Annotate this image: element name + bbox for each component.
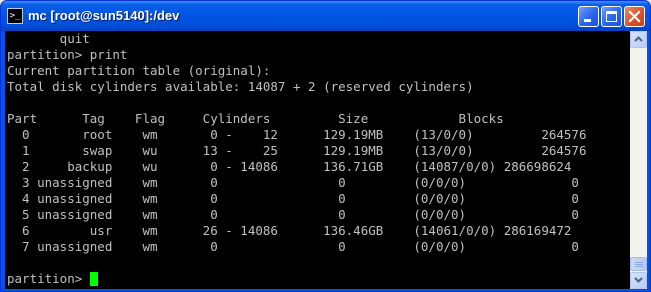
table-row: 4 unassigned wm 0 0 (0/0/0) 0 — [7, 191, 579, 206]
chevron-down-icon — [634, 277, 643, 283]
terminal-line: partition> print — [7, 47, 128, 62]
grip-line — [635, 266, 643, 267]
chevron-up-icon — [634, 36, 643, 42]
table-header: Part Tag Flag Cylinders Size Blocks — [7, 111, 504, 126]
scrollbar-thumb[interactable] — [630, 257, 647, 271]
table-row: 2 backup wu 0 - 14086 136.71GB (14087/0/… — [7, 159, 572, 174]
table-row: 3 unassigned wm 0 0 (0/0/0) 0 — [7, 175, 579, 190]
scroll-up-button[interactable] — [630, 31, 647, 48]
terminal-screen[interactable]: quit partition> print Current partition ta… — [5, 31, 630, 289]
terminal-output: quit partition> print Current partition ta… — [7, 31, 586, 287]
terminal-icon[interactable]: >_ — [7, 8, 23, 24]
text-cursor — [89, 272, 98, 286]
minimize-icon — [584, 19, 591, 22]
terminal-line: Current partition table (original): — [7, 63, 271, 78]
maximize-button[interactable] — [601, 6, 622, 27]
terminal-line: quit — [7, 31, 90, 46]
terminal-window: >_ mc [root@sun5140]:/dev quit partition>… — [0, 0, 651, 292]
maximize-icon — [606, 11, 617, 22]
table-row: 5 unassigned wm 0 0 (0/0/0) 0 — [7, 207, 579, 222]
grip-line — [635, 264, 643, 265]
table-row: 0 root wm 0 - 12 129.19MB (13/0/0) 26457… — [7, 127, 587, 142]
scroll-down-button[interactable] — [630, 272, 647, 289]
close-icon — [628, 10, 641, 23]
prompt: partition> — [7, 271, 90, 286]
title-bar[interactable]: >_ mc [root@sun5140]:/dev — [1, 1, 650, 31]
table-row: 7 unassigned wm 0 0 (0/0/0) 0 — [7, 239, 579, 254]
window-title: mc [root@sun5140]:/dev — [28, 8, 180, 23]
minimize-button[interactable] — [578, 6, 599, 27]
vertical-scrollbar[interactable] — [630, 31, 647, 289]
terminal-line: Total disk cylinders available: 14087 + … — [7, 79, 474, 94]
close-button[interactable] — [624, 6, 645, 27]
table-row: 1 swap wu 13 - 25 129.19MB (13/0/0) 2645… — [7, 143, 587, 158]
table-row: 6 usr wm 26 - 14086 136.46GB (14061/0/0)… — [7, 223, 572, 238]
prompt-line[interactable]: partition> — [7, 271, 586, 287]
grip-line — [635, 262, 643, 263]
